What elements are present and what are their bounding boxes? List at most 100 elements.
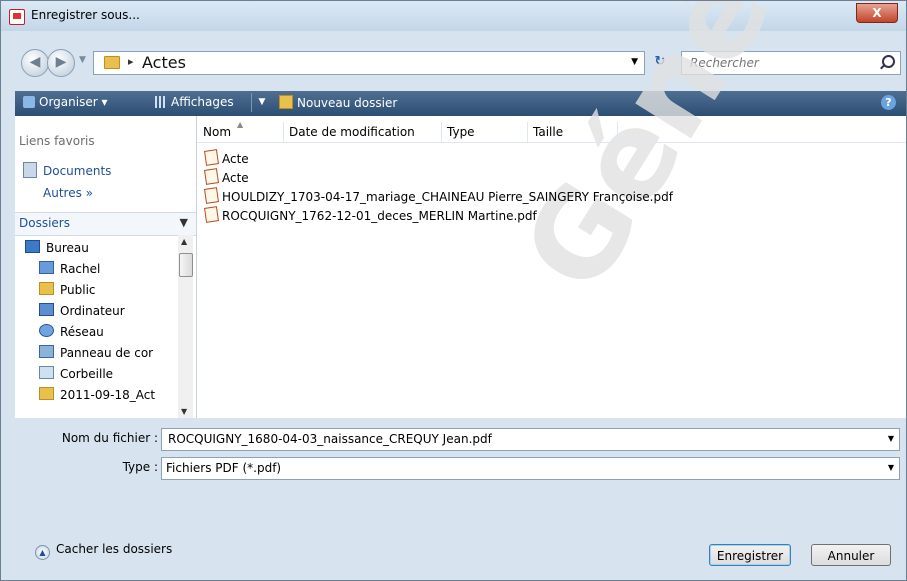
- favorites-header: Liens favoris: [19, 134, 95, 148]
- type-label: Type :: [123, 460, 158, 474]
- computer-icon: [39, 303, 54, 316]
- desktop-icon: [25, 240, 40, 253]
- search-box[interactable]: [681, 51, 901, 75]
- chevron-down-icon[interactable]: ▼: [888, 463, 894, 472]
- new-folder-icon: [279, 95, 293, 109]
- pdf-file-icon: [204, 187, 219, 204]
- organize-icon: [23, 96, 35, 108]
- tree-item-reseau[interactable]: Réseau: [39, 324, 104, 339]
- chevron-down-icon[interactable]: ▼: [180, 216, 188, 229]
- favorite-documents[interactable]: Documents: [23, 162, 111, 178]
- scrollbar-thumb[interactable]: [179, 253, 193, 277]
- save-as-dialog: Enregistrer sous... X ◀ ▶ ▼ ▸ Actes ▼ ↻ …: [0, 0, 907, 581]
- window-title: Enregistrer sous...: [31, 8, 140, 22]
- title-bar: Enregistrer sous... X: [1, 1, 906, 31]
- toolbar: Organiser ▾ Affichages ▼ Nouveau dossier…: [15, 91, 906, 116]
- tree-item-folder-2011[interactable]: 2011-09-18_Act: [39, 387, 155, 402]
- control-panel-icon: [39, 345, 54, 358]
- tree-item-bureau[interactable]: Bureau: [25, 240, 89, 255]
- folder-tree: Bureau Rachel Public Ordinateur Réseau P…: [15, 235, 177, 418]
- tree-item-label: Ordinateur: [60, 304, 125, 318]
- tree-item-recycle-bin[interactable]: Corbeille: [39, 366, 113, 381]
- organize-label: Organiser ▾: [39, 95, 108, 109]
- user-folder-icon: [39, 261, 54, 274]
- favorite-more-link[interactable]: Autres »: [43, 186, 93, 200]
- scroll-up-icon[interactable]: ▲: [181, 237, 187, 246]
- views-button[interactable]: Affichages: [155, 95, 234, 109]
- column-name-label: Nom: [203, 125, 232, 139]
- column-header: ▲ Nom Date de modification Type Taille: [197, 120, 906, 143]
- search-input[interactable]: [688, 55, 877, 71]
- tree-item-ordinateur[interactable]: Ordinateur: [39, 303, 125, 318]
- tree-item-label: Bureau: [46, 241, 89, 255]
- pdf-file-icon: [204, 149, 219, 166]
- tree-scrollbar[interactable]: ▲ ▼: [178, 235, 193, 418]
- breadcrumb-chevron-icon[interactable]: ▸: [128, 55, 134, 68]
- file-name: Acte: [222, 171, 249, 185]
- filetype-select[interactable]: Fichiers PDF (*.pdf) ▼: [161, 457, 900, 480]
- file-name: HOULDIZY_1703-04-17_mariage_CHAINEAU Pie…: [222, 190, 673, 204]
- tree-item-rachel[interactable]: Rachel: [39, 261, 100, 276]
- search-icon[interactable]: [882, 55, 895, 68]
- close-button[interactable]: X: [856, 3, 898, 23]
- tree-item-label: Rachel: [60, 262, 101, 276]
- views-dropdown-icon[interactable]: ▼: [251, 93, 272, 112]
- tree-item-control-panel[interactable]: Panneau de cor: [39, 345, 153, 360]
- file-row[interactable]: ROCQUIGNY_1762-12-01_deces_MERLIN Martin…: [204, 206, 537, 223]
- save-button[interactable]: Enregistrer: [709, 544, 791, 566]
- address-dropdown-icon[interactable]: ▼: [631, 57, 638, 67]
- filetype-value: Fichiers PDF (*.pdf): [166, 461, 282, 475]
- documents-icon: [23, 162, 37, 178]
- network-icon: [39, 324, 54, 337]
- new-folder-label: Nouveau dossier: [297, 96, 398, 110]
- tree-item-label: Corbeille: [60, 367, 114, 381]
- column-name[interactable]: ▲ Nom: [197, 120, 284, 142]
- file-row[interactable]: Acte: [204, 168, 249, 185]
- chevron-down-icon[interactable]: ▼: [888, 434, 894, 443]
- filename-input[interactable]: [166, 431, 870, 447]
- address-bar[interactable]: ▸ Actes ▼: [93, 51, 645, 75]
- tree-item-public[interactable]: Public: [39, 282, 96, 297]
- file-row[interactable]: HOULDIZY_1703-04-17_mariage_CHAINEAU Pie…: [204, 187, 673, 204]
- filename-label: Nom du fichier :: [62, 431, 158, 445]
- tree-item-label: Panneau de cor: [60, 346, 154, 360]
- tree-item-label: Public: [60, 283, 96, 297]
- file-row[interactable]: Acte: [204, 149, 249, 166]
- cancel-button[interactable]: Annuler: [811, 544, 891, 566]
- address-row: ◀ ▶ ▼ ▸ Actes ▼ ↻: [1, 37, 906, 91]
- file-list: Généalogie ▲Nom Date de modification Typ…: [197, 1, 906, 418]
- hide-folders-toggle[interactable]: ▲ Cacher les dossiers: [35, 542, 172, 560]
- column-date[interactable]: Date de modification: [283, 122, 442, 142]
- new-folder-button[interactable]: Nouveau dossier: [279, 95, 397, 110]
- pdf-file-icon: [204, 206, 219, 223]
- back-button[interactable]: ◀: [21, 49, 49, 77]
- history-dropdown-icon[interactable]: ▼: [79, 55, 86, 65]
- folder-icon: [104, 56, 120, 69]
- organize-button[interactable]: Organiser ▾: [23, 95, 107, 109]
- favorite-documents-label: Documents: [43, 164, 112, 178]
- pdf-file-icon: [204, 168, 219, 185]
- sort-arrow-icon: ▲: [237, 120, 244, 129]
- tree-item-label: Réseau: [60, 325, 104, 339]
- file-name: ROCQUIGNY_1762-12-01_deces_MERLIN Martin…: [222, 209, 537, 223]
- filename-label-text: Nom du fichier :: [61, 431, 158, 445]
- folder-icon: [39, 387, 54, 400]
- pdf-app-icon: [9, 9, 25, 25]
- folders-header[interactable]: Dossiers ▼: [15, 212, 196, 236]
- column-type[interactable]: Type: [441, 122, 528, 142]
- refresh-icon[interactable]: ↻: [649, 51, 671, 73]
- type-label-text: Type :: [122, 460, 158, 474]
- breadcrumb-actes[interactable]: Actes: [142, 53, 186, 72]
- views-label: Affichages: [171, 95, 234, 109]
- chevron-up-icon: ▲: [35, 545, 50, 560]
- filename-combo[interactable]: ▼: [161, 428, 900, 451]
- scroll-down-icon[interactable]: ▼: [181, 407, 187, 416]
- bottom-panel: Nom du fichier : ▼ Type : Fichiers PDF (…: [1, 419, 906, 580]
- file-name: Acte: [222, 152, 249, 166]
- views-icon: [155, 96, 167, 108]
- column-size[interactable]: Taille: [527, 122, 618, 142]
- forward-button[interactable]: ▶: [47, 49, 75, 77]
- recycle-bin-icon: [39, 366, 54, 379]
- folders-header-label: Dossiers: [19, 216, 70, 230]
- help-icon[interactable]: ?: [881, 95, 896, 110]
